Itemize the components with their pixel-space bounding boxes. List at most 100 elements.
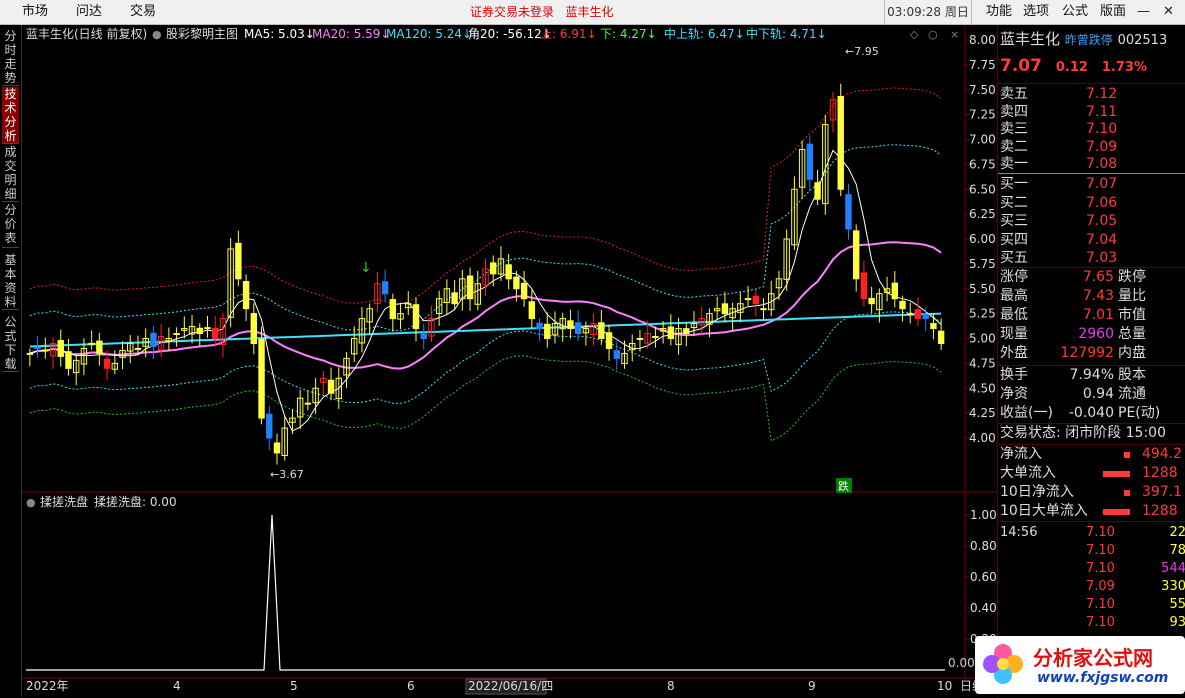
ask-price: 7.09 <box>1086 138 1118 155</box>
tick-volume: 330 <box>1161 579 1185 594</box>
stat-row: 涨停 7.65 跌停 <box>1000 268 1146 287</box>
menu-layout[interactable]: 版面 <box>1100 0 1126 24</box>
candle-body <box>852 230 860 280</box>
last-price: 7.07 <box>1000 56 1042 76</box>
y-tick-label: 5.25 <box>969 307 996 321</box>
stat2-label-2: 流通 <box>1118 386 1146 402</box>
sub-y-tick-label: 0.80 <box>970 539 997 553</box>
flow-bar <box>1103 471 1130 477</box>
menu-formula[interactable]: 公式 <box>1062 0 1088 24</box>
trade-status-value: 闭市阶段 <box>1065 425 1122 441</box>
trade-status: 交易状态: 闭市阶段 15:00 <box>1000 424 1166 443</box>
flow-bar <box>1124 490 1130 496</box>
y-tick-label: 7.75 <box>969 58 996 72</box>
candle-body <box>490 262 497 275</box>
candle-body <box>605 332 613 349</box>
stat-value: 7.01 <box>1082 307 1114 323</box>
y-tick-label: 5.00 <box>969 332 996 346</box>
minimize-icon[interactable]: — <box>1137 0 1150 24</box>
tick-price: 7.10 <box>1086 561 1115 576</box>
collapse-icon[interactable]: ○ <box>928 28 938 41</box>
x-tick-label: 8 <box>667 679 675 693</box>
bid-label: 买四 <box>1000 231 1028 248</box>
y-tick-label: 5.50 <box>969 282 996 296</box>
candle-body <box>837 95 844 190</box>
formula-menu-icon[interactable]: ● <box>152 28 162 41</box>
indicator-value: 上: 6.91↓ <box>540 27 597 41</box>
y-tick-label: 6.00 <box>969 232 996 246</box>
flow-bar <box>1124 452 1130 458</box>
stat-label-2: 跌停 <box>1118 269 1146 285</box>
bid-row: 买四 7.04 <box>1000 231 1117 250</box>
diamond-icon[interactable]: ◇ <box>910 28 919 41</box>
y-tick-label: 7.50 <box>969 83 996 97</box>
y-tick-label: 5.75 <box>969 257 996 271</box>
flow-label: 10日净流入 <box>1000 484 1074 500</box>
main-formula-name[interactable]: 股彩黎明主图 <box>166 27 238 41</box>
candle-body <box>891 282 899 300</box>
watermark-url: www.fxjgsw.com <box>1037 670 1169 686</box>
ask-row: 卖一 7.08 <box>1000 155 1117 174</box>
candle-body <box>752 295 759 305</box>
rub-wash-line <box>26 514 945 671</box>
stat-value: 2960 <box>1078 326 1114 342</box>
candle-body <box>744 298 752 301</box>
flow-value: 397.1 <box>1142 484 1183 500</box>
candle-body <box>134 347 142 350</box>
sub-y-tick-label: 0.60 <box>970 570 997 584</box>
candle-body <box>544 323 551 339</box>
bid-price: 7.07 <box>1086 176 1118 192</box>
x-tick-label: 10 <box>937 679 952 693</box>
candle-body <box>683 328 690 335</box>
watermark-logo: 分析家公式网 www.fxjgsw.com <box>975 636 1185 694</box>
menu-options[interactable]: 选项 <box>1023 0 1049 24</box>
candle-body <box>26 352 34 355</box>
buy-arrow-icon: ↓ <box>360 260 372 276</box>
flow-label: 10日大单流入 <box>1000 503 1088 519</box>
y-tick-label: 7.25 <box>969 108 996 122</box>
tick-price: 7.10 <box>1086 525 1115 540</box>
y-tick-label: 4.50 <box>969 381 996 395</box>
tick-price: 7.10 <box>1086 615 1115 630</box>
kline-chart[interactable]: 蓝丰生化(日线 前复权) ● 股彩黎明主图 MA5: 5.03↓MA20: 5.… <box>0 0 997 697</box>
stat2-label-2: PE(动) <box>1118 405 1161 421</box>
tick-row: 14:56 7.10 22 <box>1000 523 1185 542</box>
sub-formula-menu-icon[interactable]: ● <box>26 496 36 509</box>
stat-label: 现量 <box>1000 326 1028 342</box>
tick-time: 14:56 <box>1000 525 1038 540</box>
indicator-value: MA120: 5.24↓ <box>386 27 472 41</box>
y-tick-label: 4.25 <box>969 406 996 420</box>
ask-price: 7.08 <box>1086 156 1118 172</box>
stat-label-2: 量比 <box>1118 288 1146 304</box>
candle-body <box>57 340 64 357</box>
flow-value: 1288 <box>1142 503 1178 519</box>
ask-label: 卖三 <box>1000 121 1028 137</box>
ask-label: 卖一 <box>1000 156 1028 172</box>
bid-row: 买五 7.03 <box>1000 249 1117 268</box>
close-pane-icon[interactable]: × <box>950 28 959 41</box>
sub-formula-name[interactable]: 揉搓洗盘 <box>40 494 88 509</box>
candle-body <box>536 322 543 330</box>
stat-row: 最低 7.01 市值 <box>1000 306 1146 325</box>
bid-price: 7.04 <box>1086 231 1118 248</box>
y-tick-label: 6.75 <box>969 157 996 171</box>
y-tick-label: 6.50 <box>969 182 996 196</box>
stat2-label-2: 股本 <box>1118 367 1146 383</box>
candle-body <box>235 242 242 280</box>
tick-volume: 78 <box>1169 543 1185 558</box>
tick-price: 7.10 <box>1086 543 1115 558</box>
close-icon[interactable]: ✕ <box>1163 0 1174 24</box>
stat2-value: 0.94 <box>1082 386 1114 402</box>
main-chart-title: 蓝丰生化(日线 前复权) <box>26 26 147 41</box>
candle-body <box>304 402 312 405</box>
candle-body <box>907 313 914 316</box>
flow-value: 494.2 <box>1142 446 1183 462</box>
x-tick-label: 9 <box>808 679 816 693</box>
candle-body <box>451 292 458 305</box>
bid-row: 买三 7.05 <box>1000 212 1117 231</box>
stat-row: 现量 2960 总量 <box>1000 325 1146 344</box>
flow-bar <box>1103 509 1130 515</box>
candle-body <box>937 330 945 344</box>
candle-body <box>250 313 258 344</box>
bid-row: 买一 7.07 <box>1000 175 1117 194</box>
